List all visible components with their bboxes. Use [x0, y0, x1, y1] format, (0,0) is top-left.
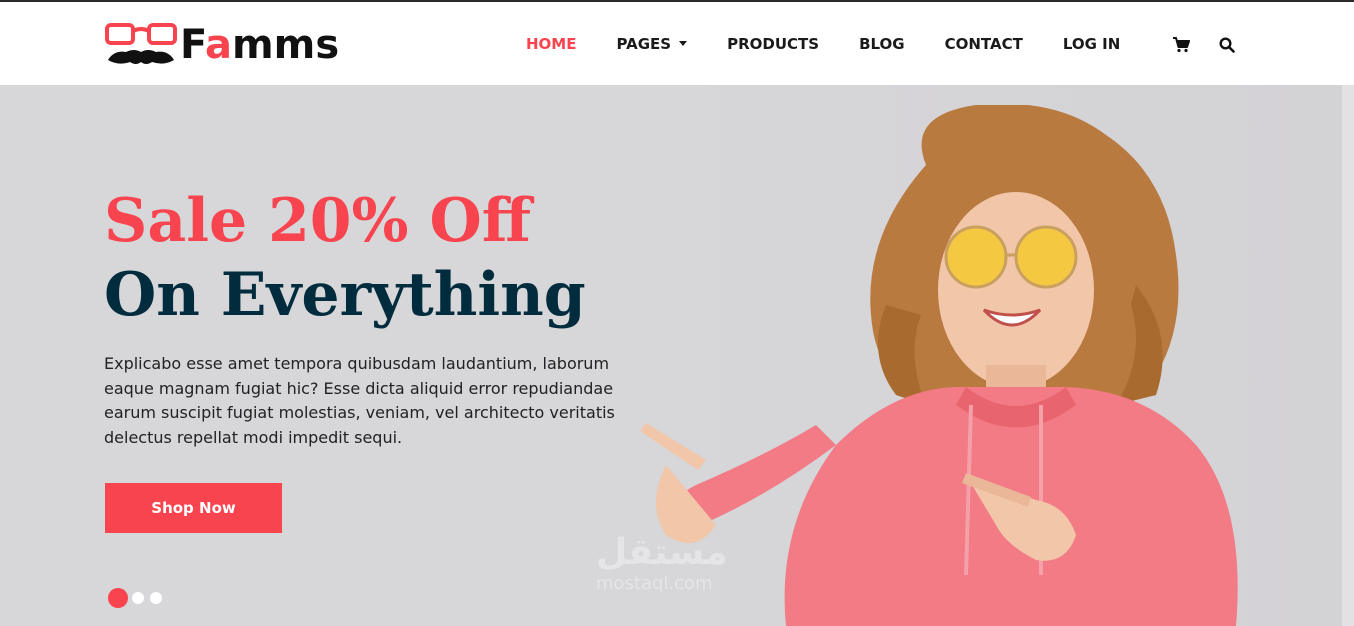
hero-slider: Sale 20% Off On Everything Explicabo ess… [0, 85, 1354, 626]
slider-pagination [108, 588, 168, 608]
shop-now-button[interactable]: Shop Now [105, 483, 282, 533]
glasses-mustache-icon [104, 22, 178, 68]
nav-home[interactable]: HOME [526, 35, 576, 53]
hero-model-image [640, 105, 1238, 626]
watermark-arabic: مستقل [596, 532, 728, 573]
site-header: Famms HOME PAGES PRODUCTS BLOG CONTACT L… [0, 2, 1354, 85]
watermark-latin: mostaql.com [596, 573, 713, 594]
nav-contact[interactable]: CONTACT [945, 35, 1023, 53]
slide-dot-1[interactable] [108, 588, 128, 608]
cart-icon[interactable] [1172, 36, 1190, 54]
nav-pages[interactable]: PAGES [616, 35, 688, 53]
main-nav: HOME PAGES PRODUCTS BLOG CONTACT LOG IN [526, 2, 1160, 85]
search-icon[interactable] [1218, 36, 1236, 54]
nav-products[interactable]: PRODUCTS [727, 35, 819, 53]
hero-title-subline: On Everything [104, 260, 586, 330]
watermark: مستقل mostaql.com [596, 532, 728, 595]
nav-login[interactable]: LOG IN [1063, 35, 1120, 53]
hero-edge [1342, 85, 1354, 626]
slide-dot-3[interactable] [150, 592, 162, 604]
chevron-down-icon [679, 41, 688, 46]
logo[interactable]: Famms [104, 20, 339, 70]
nav-blog[interactable]: BLOG [859, 35, 905, 53]
brand-name: Famms [180, 22, 340, 68]
hero-title-sale: Sale 20% Off [104, 186, 531, 256]
hero-description: Explicabo esse amet tempora quibusdam la… [104, 354, 615, 447]
slide-dot-2[interactable] [132, 592, 144, 604]
